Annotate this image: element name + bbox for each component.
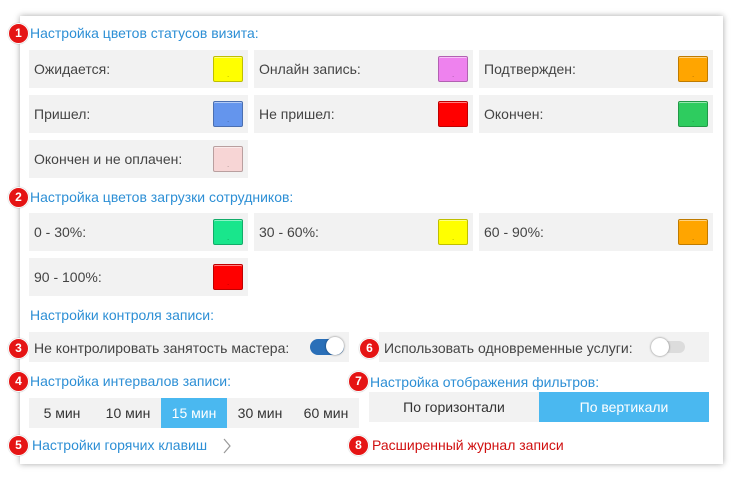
step-badge-1: 1 — [8, 23, 29, 44]
color-swatch-online[interactable]: . — [438, 56, 468, 82]
interval-option-10[interactable]: 10 мин — [95, 398, 161, 428]
status-color-row-arrived: Пришел: . — [29, 95, 248, 133]
filter-display-segmented-control: По горизонтали По вертикали — [369, 392, 709, 422]
simultaneous-services-toggle[interactable] — [651, 338, 685, 356]
filter-option-vertical-selected[interactable]: По вертикали — [539, 392, 709, 422]
control-master-busy-row: Не контролировать занятость мастера: — [29, 332, 349, 362]
status-color-row-finished: Окончен: . — [479, 95, 713, 133]
toggle-knob — [326, 337, 344, 355]
step-badge-4: 4 — [8, 371, 29, 392]
step-badge-8: 8 — [348, 435, 369, 456]
filter-display-heading: Настройка отображения фильтров: — [370, 374, 600, 390]
simultaneous-services-label: Использовать одновременные услуги: — [384, 340, 633, 356]
simultaneous-services-row: Использовать одновременные услуги: — [379, 332, 709, 362]
filter-option-horizontal[interactable]: По горизонтали — [369, 392, 539, 422]
status-color-row-finished-unpaid: Окончен и не оплачен: . — [29, 140, 248, 178]
status-color-row-online: Онлайн запись: . — [254, 50, 473, 88]
extended-journal-link[interactable]: Расширенный журнал записи — [372, 437, 564, 453]
color-swatch-expected[interactable]: . — [213, 56, 243, 82]
step-badge-3: 3 — [8, 338, 29, 359]
load-color-row-30-60: 30 - 60%: . — [254, 213, 473, 251]
load-color-row-0-30: 0 - 30%: . — [29, 213, 248, 251]
color-swatch-load-30-60[interactable]: . — [438, 219, 468, 245]
control-master-busy-label: Не контролировать занятость мастера: — [34, 340, 290, 356]
color-swatch-finished-unpaid[interactable]: . — [213, 146, 243, 172]
color-swatch-load-0-30[interactable]: . — [213, 219, 243, 245]
load-color-row-90-100: 90 - 100%: . — [29, 258, 248, 296]
status-color-row-confirmed: Подтвержден: . — [479, 50, 713, 88]
intervals-heading: Настройка интервалов записи: — [30, 373, 232, 389]
status-color-label: Окончен и не оплачен: — [34, 151, 183, 167]
chevron-right-icon — [223, 438, 231, 454]
load-color-label: 60 - 90%: — [484, 224, 544, 240]
status-color-label: Не пришел: — [259, 106, 335, 122]
step-badge-2: 2 — [8, 187, 29, 208]
color-swatch-arrived[interactable]: . — [213, 101, 243, 127]
load-colors-heading: Настройка цветов загрузки сотрудников: — [30, 189, 294, 205]
load-color-label: 0 - 30%: — [34, 224, 87, 240]
interval-option-60[interactable]: 60 мин — [293, 398, 359, 428]
record-control-heading: Настройки контроля записи: — [30, 307, 214, 323]
status-color-label: Ожидается: — [34, 61, 111, 77]
status-color-row-expected: Ожидается: . — [29, 50, 248, 88]
hotkeys-link[interactable]: Настройки горячих клавиш — [32, 436, 231, 456]
status-colors-heading: Настройка цветов статусов визита: — [30, 25, 259, 41]
interval-option-30[interactable]: 30 мин — [227, 398, 293, 428]
color-swatch-load-90-100[interactable]: . — [213, 264, 243, 290]
control-master-busy-toggle[interactable] — [310, 337, 344, 355]
status-color-label: Окончен: — [484, 106, 544, 122]
interval-option-15-selected[interactable]: 15 мин — [161, 398, 227, 428]
color-swatch-finished[interactable]: . — [678, 101, 708, 127]
toggle-knob — [651, 338, 669, 356]
color-swatch-load-60-90[interactable]: . — [678, 219, 708, 245]
load-color-row-60-90: 60 - 90%: . — [479, 213, 713, 251]
hotkeys-label: Настройки горячих клавиш — [32, 437, 208, 453]
interval-option-5[interactable]: 5 мин — [29, 398, 95, 428]
step-badge-7: 7 — [348, 371, 369, 392]
color-swatch-confirmed[interactable]: . — [678, 56, 708, 82]
status-color-label: Онлайн запись: — [259, 61, 361, 77]
intervals-segmented-control: 5 мин 10 мин 15 мин 30 мин 60 мин — [29, 398, 359, 428]
color-swatch-not-arrived[interactable]: . — [438, 101, 468, 127]
load-color-label: 90 - 100%: — [34, 269, 102, 285]
step-badge-5: 5 — [8, 435, 29, 456]
load-color-label: 30 - 60%: — [259, 224, 319, 240]
status-color-label: Подтвержден: — [484, 61, 576, 77]
status-color-row-not-arrived: Не пришел: . — [254, 95, 473, 133]
status-color-label: Пришел: — [34, 106, 91, 122]
step-badge-6: 6 — [359, 338, 380, 359]
